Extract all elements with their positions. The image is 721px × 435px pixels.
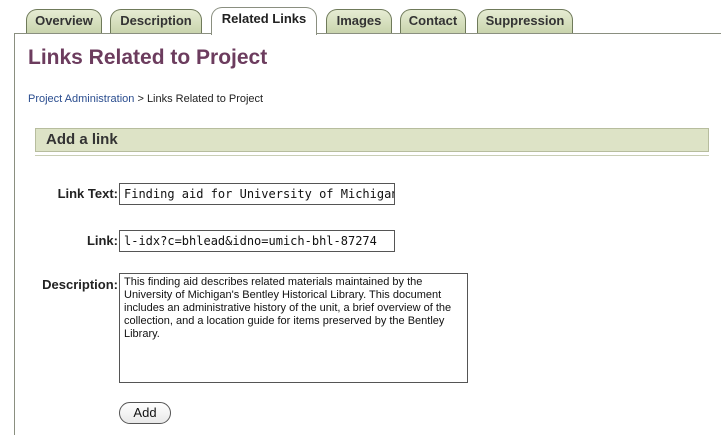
- description-textarea[interactable]: This finding aid describes related mater…: [119, 273, 468, 383]
- link-label: Link:: [86, 233, 118, 248]
- breadcrumb-project-administration-link[interactable]: Project Administration: [28, 93, 134, 105]
- tab-bar: Overview Description Related Links Image…: [0, 0, 721, 35]
- description-label: Description:: [42, 277, 118, 292]
- tab-overview[interactable]: Overview: [26, 9, 102, 33]
- tab-suppression[interactable]: Suppression: [477, 9, 573, 33]
- add-button[interactable]: Add: [119, 402, 171, 424]
- breadcrumb: Project Administration > Links Related t…: [28, 93, 263, 105]
- breadcrumb-separator: >: [134, 93, 147, 105]
- link-text-field[interactable]: Finding aid for University of Michigan P…: [119, 183, 395, 205]
- tab-images[interactable]: Images: [326, 9, 392, 33]
- link-url-field[interactable]: l-idx?c=bhlead&idno=umich-bhl-87274: [119, 230, 395, 252]
- section-divider: [35, 155, 709, 156]
- tab-related-links[interactable]: Related Links: [211, 7, 317, 35]
- link-text-label: Link Text:: [57, 186, 118, 201]
- tab-baseline: [14, 33, 721, 34]
- section-header: Add a link: [35, 128, 709, 152]
- tab-description[interactable]: Description: [110, 9, 202, 33]
- page-title: Links Related to Project: [28, 46, 268, 69]
- breadcrumb-current: Links Related to Project: [146, 93, 264, 105]
- tab-contact[interactable]: Contact: [400, 9, 466, 33]
